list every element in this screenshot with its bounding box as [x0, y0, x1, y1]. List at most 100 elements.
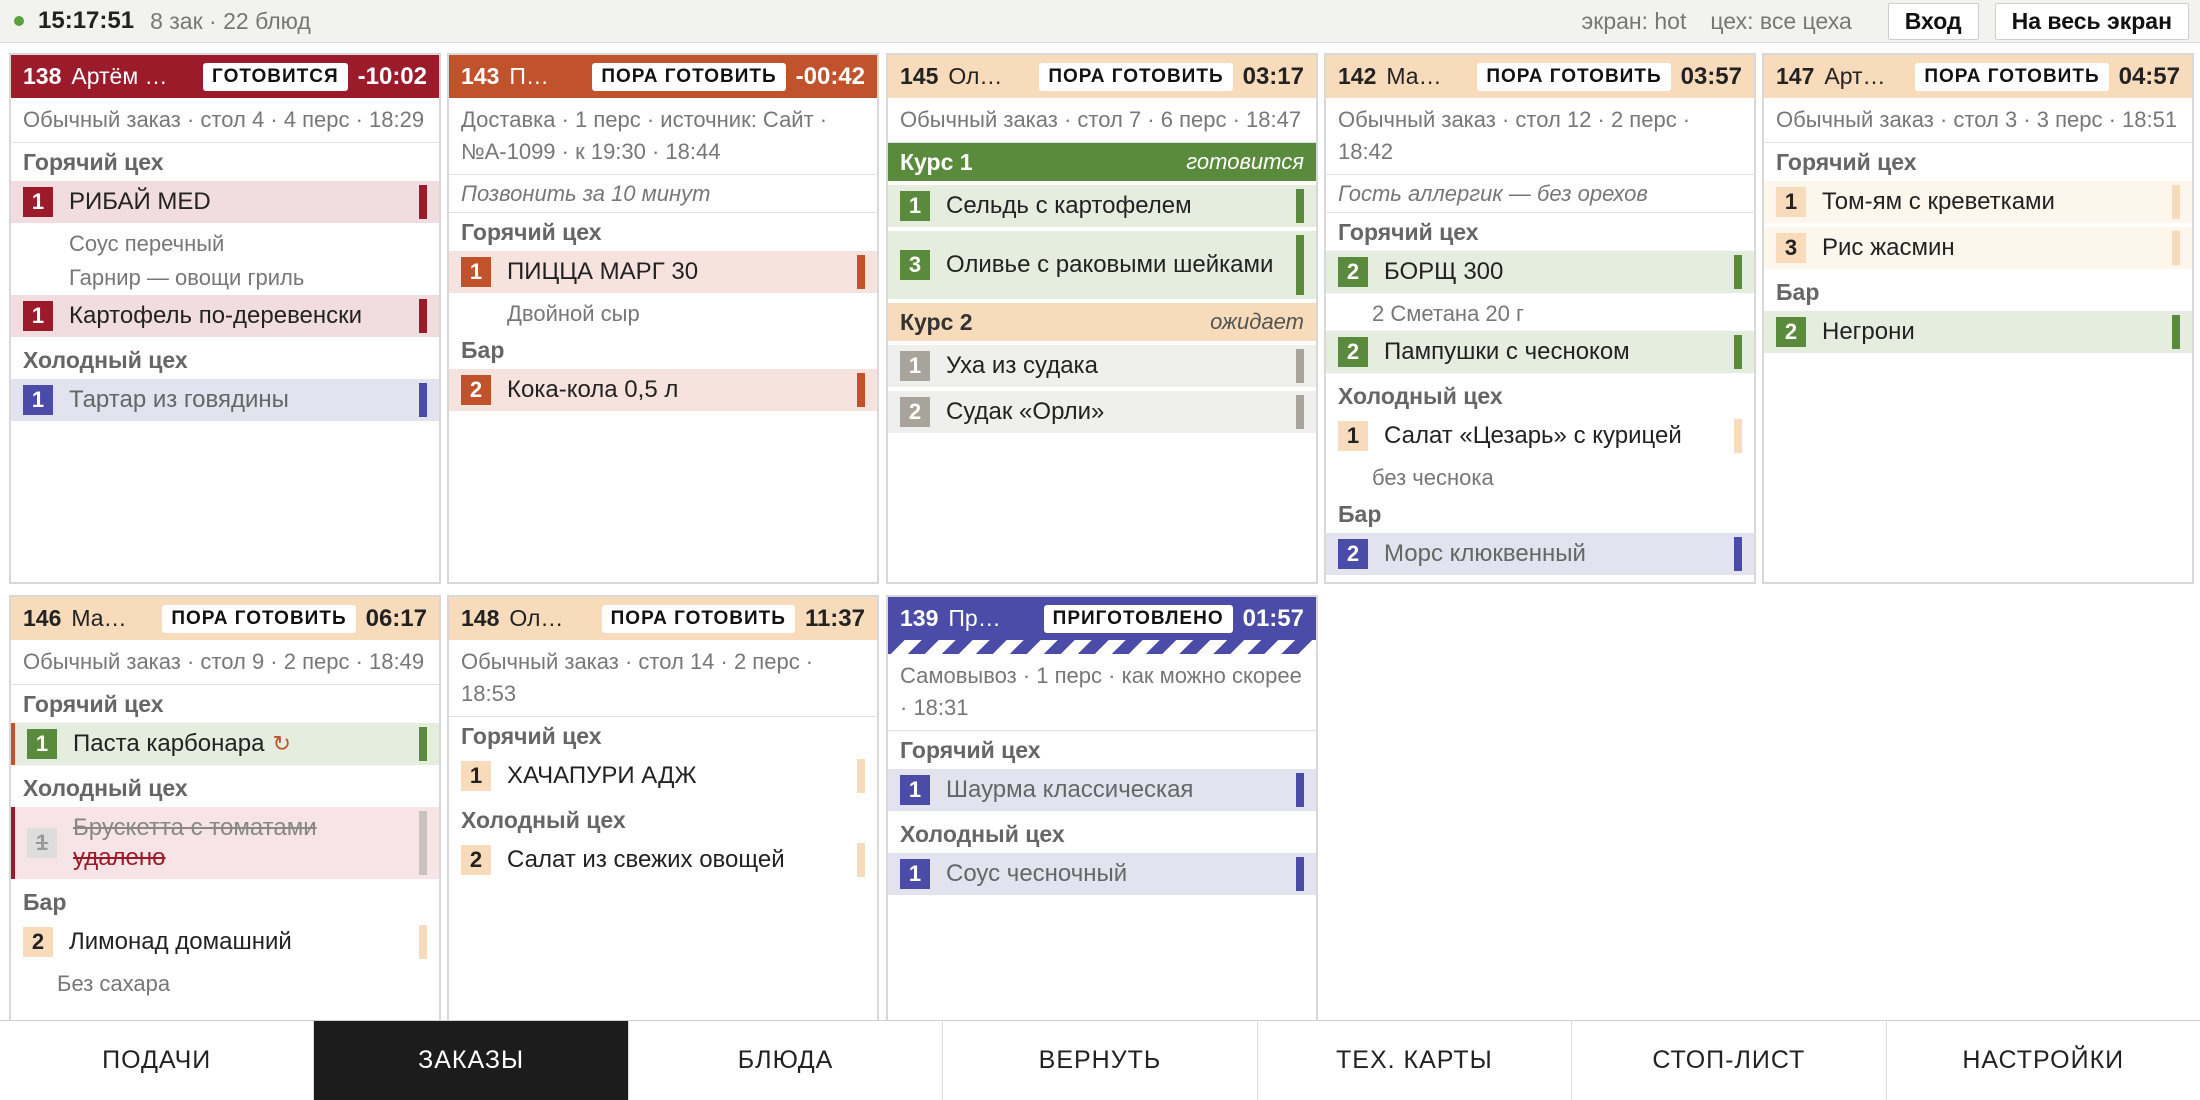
section-label: Холодный цех [461, 806, 626, 833]
clock: 15:17:51 [38, 7, 135, 34]
dish-name: Уха из судака [946, 352, 1098, 379]
dish-item[interactable]: 2 Судак «Орли» [888, 391, 1316, 433]
dish-status-bar [1296, 857, 1304, 891]
orders-board: 138 Артём … ГОТОВИТСЯ -10:02 Обычный зак… [0, 43, 2200, 1020]
order-header[interactable]: 139 Пр… ПРИГОТОВЛЕНО 01:57 [888, 597, 1316, 640]
dish-qty: 2 [1338, 257, 1368, 287]
nav-tab-dishes[interactable]: БЛЮДА [629, 1021, 944, 1100]
dish-item[interactable]: 3 Оливье с раковыми шейками [888, 231, 1316, 299]
dish-item[interactable]: 1 Паста карбонара ↻ [11, 723, 439, 765]
section-label: Бар [23, 888, 67, 915]
nav-tab-tech-cards[interactable]: ТЕХ. КАРТЫ [1258, 1021, 1573, 1100]
dish-item[interactable]: 1 РИБАЙ MED [11, 181, 439, 223]
order-name: П… [509, 63, 549, 89]
dish-status-bar [419, 185, 427, 219]
dish-name: ХАЧАПУРИ АДЖ [507, 762, 697, 789]
dish-item[interactable]: 2 Морс клюквенный [1326, 533, 1754, 575]
dish-name: Салат из свежих овощей [507, 846, 785, 873]
order-card[interactable]: 138 Артём … ГОТОВИТСЯ -10:02 Обычный зак… [9, 53, 441, 584]
dish-item[interactable]: 2 БОРЩ 300 [1326, 251, 1754, 293]
dish-item[interactable]: 2 Негрони [1764, 311, 2192, 353]
dish-modifier: 2 Сметана 20 г [1372, 301, 1525, 326]
order-header[interactable]: 146 Ма… ПОРА ГОТОВИТЬ 06:17 [11, 597, 439, 640]
nav-tab-settings[interactable]: НАСТРОЙКИ [1887, 1021, 2200, 1100]
order-card[interactable]: 148 Ол… ПОРА ГОТОВИТЬ 11:37 Обычный зака… [447, 595, 879, 1020]
order-header[interactable]: 138 Артём … ГОТОВИТСЯ -10:02 [11, 55, 439, 98]
dish-name: Тартар из говядины [69, 386, 289, 413]
order-header[interactable]: 148 Ол… ПОРА ГОТОВИТЬ 11:37 [449, 597, 877, 640]
top-bar: 15:17:51 8 зак · 22 блюд экран: hot цех: … [0, 0, 2200, 43]
dish-name: Судак «Орли» [946, 398, 1105, 425]
dish-name-text: Паста карбонара [73, 730, 265, 757]
order-status-badge: ПРИГОТОВЛЕНО [1043, 604, 1233, 633]
dish-item[interactable]: 1 ХАЧАПУРИ АДЖ [449, 755, 877, 797]
dish-item[interactable]: 2 Кока-кола 0,5 л [449, 369, 877, 411]
section-label: Горячий цех [1338, 218, 1479, 245]
dish-status-bar [1296, 395, 1304, 429]
dish-qty: 2 [1338, 539, 1368, 569]
order-status-badge: ПОРА ГОТОВИТЬ [1039, 62, 1233, 91]
dish-qty: 1 [461, 761, 491, 791]
order-timer: -10:02 [357, 62, 427, 90]
order-number: 139 [900, 605, 939, 631]
dish-item[interactable]: 1 Сельдь с картофелем [888, 185, 1316, 227]
order-card[interactable]: 142 Ма… ПОРА ГОТОВИТЬ 03:57 Обычный зака… [1324, 53, 1756, 584]
order-card[interactable]: 147 Арт… ПОРА ГОТОВИТЬ 04:57 Обычный зак… [1762, 53, 2194, 584]
dish-item[interactable]: 2 Пампушки с чесноком [1326, 331, 1754, 373]
dish-qty: 1 [1776, 187, 1806, 217]
order-card[interactable]: 139 Пр… ПРИГОТОВЛЕНО 01:57 Самовывоз · 1… [886, 595, 1318, 1020]
dish-name: Оливье с раковыми шейками [946, 251, 1274, 278]
nav-tab-return[interactable]: ВЕРНУТЬ [943, 1021, 1258, 1100]
order-card[interactable]: 143 П… ПОРА ГОТОВИТЬ -00:42 Доставка · 1… [447, 53, 879, 584]
section-label: Горячий цех [23, 148, 164, 175]
dish-item[interactable]: 1 Салат «Цезарь» с курицей [1326, 415, 1754, 457]
dish-status-bar [1734, 255, 1742, 289]
dish-item[interactable]: 1 Уха из судака [888, 345, 1316, 387]
order-card[interactable]: 145 Ол… ПОРА ГОТОВИТЬ 03:17 Обычный зака… [886, 53, 1318, 584]
order-card[interactable]: 146 Ма… ПОРА ГОТОВИТЬ 06:17 Обычный зака… [9, 595, 441, 1020]
order-info: Доставка · 1 перс · источник: Сайт · №A-… [449, 98, 877, 175]
dish-qty: 1 [900, 191, 930, 221]
course-header[interactable]: Курс 2 ожидает [888, 303, 1316, 341]
dish-item[interactable]: 2 Лимонад домашний [11, 921, 439, 963]
order-status-badge: ПОРА ГОТОВИТЬ [1477, 62, 1671, 91]
order-name: Пр… [948, 605, 1001, 631]
order-number: 138 [23, 63, 62, 89]
section-label: Горячий цех [900, 736, 1041, 763]
order-timer: 03:17 [1242, 62, 1304, 90]
order-note: Гость аллергик — без орехов [1326, 175, 1754, 213]
nav-tab-orders[interactable]: ЗАКАЗЫ [314, 1021, 629, 1100]
nav-tab-servings[interactable]: ПОДАЧИ [0, 1021, 315, 1100]
order-header[interactable]: 145 Ол… ПОРА ГОТОВИТЬ 03:17 [888, 55, 1316, 98]
dish-qty: 1 [900, 775, 930, 805]
dish-item[interactable]: 1 Тартар из говядины [11, 379, 439, 421]
section-label: Бар [1338, 500, 1382, 527]
order-name: Арт… [1824, 63, 1886, 89]
fullscreen-button[interactable]: На весь экран [1994, 2, 2189, 40]
dish-item[interactable]: 1 Том-ям с креветками [1764, 181, 2192, 223]
dish-item-removed[interactable]: 1 Брускетта с томатами удалено [11, 807, 439, 879]
dish-item[interactable]: 1 ПИЦЦА МАРГ 30 [449, 251, 877, 293]
shop-filter[interactable]: цех: все цеха [1710, 8, 1851, 34]
bottom-nav: ПОДАЧИ ЗАКАЗЫ БЛЮДА ВЕРНУТЬ ТЕХ. КАРТЫ С… [0, 1020, 2200, 1100]
dish-item[interactable]: 2 Салат из свежих овощей [449, 839, 877, 881]
dish-status-bar [857, 843, 865, 877]
dish-item[interactable]: 1 Соус чесночный [888, 853, 1316, 895]
course-header[interactable]: Курс 1 готовится [888, 143, 1316, 181]
dish-qty: 1 [900, 859, 930, 889]
order-header[interactable]: 147 Арт… ПОРА ГОТОВИТЬ 04:57 [1764, 55, 2192, 98]
nav-tab-stop-list[interactable]: СТОП-ЛИСТ [1572, 1021, 1887, 1100]
dish-qty: 1 [1338, 421, 1368, 451]
dish-qty: 1 [23, 385, 53, 415]
dish-name: Сельдь с картофелем [946, 192, 1192, 219]
dish-item[interactable]: 3 Рис жасмин [1764, 227, 2192, 269]
dish-status-bar [419, 299, 427, 333]
dish-item[interactable]: 1 Картофель по-деревенски [11, 295, 439, 337]
dish-modifier: Без сахара [57, 971, 171, 996]
order-header[interactable]: 143 П… ПОРА ГОТОВИТЬ -00:42 [449, 55, 877, 98]
order-number: 142 [1338, 63, 1377, 89]
order-header[interactable]: 142 Ма… ПОРА ГОТОВИТЬ 03:57 [1326, 55, 1754, 98]
order-number: 147 [1776, 63, 1815, 89]
login-button[interactable]: Вход [1887, 2, 1979, 40]
dish-item[interactable]: 1 Шаурма классическая [888, 769, 1316, 811]
